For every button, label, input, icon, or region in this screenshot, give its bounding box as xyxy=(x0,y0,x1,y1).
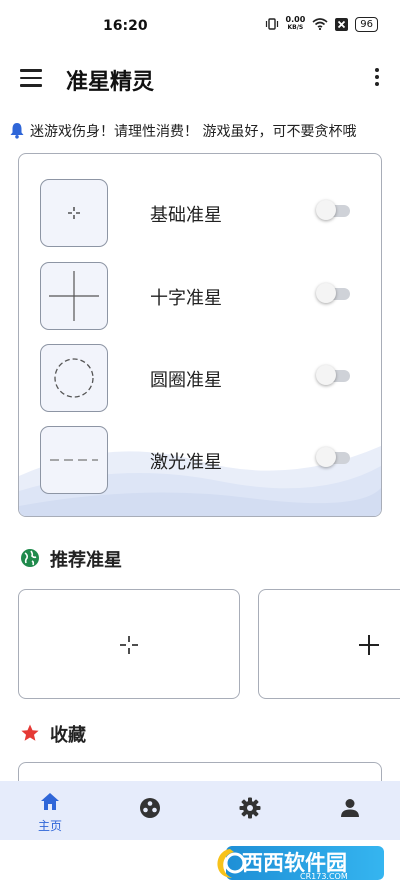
net-speed-unit: KB/S xyxy=(287,24,304,31)
cross-crosshair-icon xyxy=(359,635,379,655)
star-icon xyxy=(21,724,39,741)
recommended-crosshair-card[interactable] xyxy=(18,589,240,699)
basic-crosshair-icon[interactable] xyxy=(40,179,108,247)
notification-x-icon xyxy=(335,17,349,31)
status-indicators: 0.00 KB/S 96 xyxy=(265,16,378,32)
basic-crosshair-icon xyxy=(120,636,138,654)
app-title: 准星精灵 xyxy=(66,70,155,95)
nav-home[interactable]: 主页 xyxy=(0,781,100,840)
settings-gear-icon xyxy=(239,797,261,819)
laser-crosshair-icon[interactable] xyxy=(40,426,108,494)
recommended-title: 推荐准星 xyxy=(50,550,122,571)
crosshair-toggle-laser[interactable] xyxy=(316,447,350,467)
crosshair-list-card: 基础准星 十字准星 圆圈准星 激光准星 xyxy=(18,153,382,517)
nav-settings[interactable] xyxy=(200,781,300,840)
cross-crosshair-icon[interactable] xyxy=(40,262,108,330)
hamburger-menu-icon[interactable] xyxy=(20,69,42,87)
game-controller-icon xyxy=(140,798,160,818)
home-icon xyxy=(41,793,59,810)
crosshair-row-cross[interactable]: 十字准星 xyxy=(40,262,360,332)
status-bar: 16:20 0.00 KB/S 96 xyxy=(0,0,400,52)
net-speed-value: 0.00 xyxy=(285,15,306,24)
crosshair-toggle-cross[interactable] xyxy=(316,283,350,303)
more-vertical-icon[interactable] xyxy=(374,68,380,90)
crosshair-label: 激光准星 xyxy=(150,452,222,473)
nav-profile[interactable] xyxy=(300,781,400,840)
globe-icon xyxy=(21,549,39,567)
recommended-crosshair-card[interactable] xyxy=(258,589,400,699)
notice-marquee: 迷游戏伤身！请理性消费！ 游戏虽好，可不要贪杯哦 xyxy=(0,116,400,144)
wifi-icon xyxy=(312,18,328,30)
circle-crosshair-icon[interactable] xyxy=(40,344,108,412)
crosshair-row-circle[interactable]: 圆圈准星 xyxy=(40,344,360,414)
net-speed: 0.00 KB/S xyxy=(286,16,306,32)
app-bar: 准星精灵 xyxy=(0,52,400,104)
bottom-navigation: 主页 xyxy=(0,781,400,840)
bell-icon xyxy=(10,123,24,139)
crosshair-toggle-basic[interactable] xyxy=(316,200,350,220)
crosshair-row-laser[interactable]: 激光准星 xyxy=(40,426,360,496)
crosshair-label: 圆圈准星 xyxy=(150,370,222,391)
user-icon xyxy=(341,799,359,817)
notice-text: 迷游戏伤身！请理性消费！ 游戏虽好，可不要贪杯哦 xyxy=(30,124,357,140)
watermark-site: CR173.COM xyxy=(300,872,348,881)
vibrate-icon xyxy=(265,18,278,30)
crosshair-toggle-circle[interactable] xyxy=(316,365,350,385)
nav-home-label: 主页 xyxy=(37,819,62,833)
crosshair-label: 基础准星 xyxy=(150,205,222,226)
battery-level: 96 xyxy=(355,16,378,32)
status-time: 16:20 xyxy=(103,18,148,34)
crosshair-label: 十字准星 xyxy=(150,288,222,309)
favorites-title: 收藏 xyxy=(50,725,86,746)
nav-games[interactable] xyxy=(100,781,200,840)
watermark-logo: 西西软件园 CR173.COM xyxy=(208,843,386,883)
crosshair-row-basic[interactable]: 基础准星 xyxy=(40,179,360,249)
